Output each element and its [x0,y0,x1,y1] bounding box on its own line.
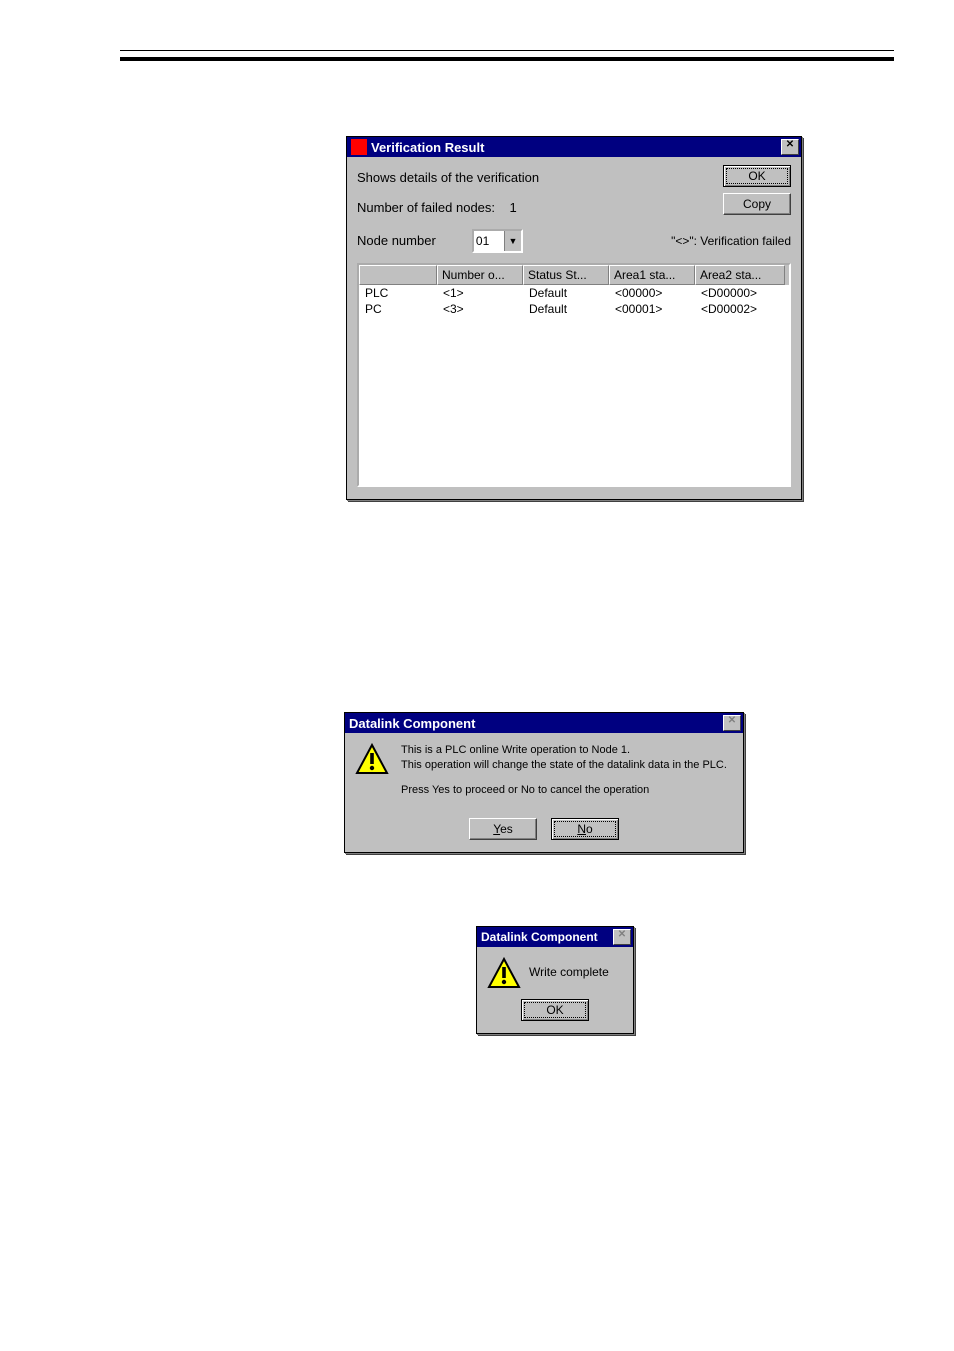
verification-legend: "<>": Verification failed [671,234,791,248]
titlebar[interactable]: Verification Result ✕ [347,137,801,157]
close-icon[interactable]: ✕ [781,139,799,155]
app-icon [351,139,367,155]
node-number-label: Node number [357,233,436,248]
verification-listview: Number o... Status St... Area1 sta... Ar… [357,263,791,487]
failed-nodes-label: Number of failed nodes: [357,200,495,215]
yes-button[interactable]: Yes [469,818,537,840]
table-row[interactable]: PLC <1> Default <00000> <D00000> [359,285,789,301]
ok-button[interactable]: OK [521,999,589,1021]
cell: PC [359,301,437,317]
confirm-dialog: Datalink Component ✕ This is a PLC onlin… [344,712,744,853]
write-complete-dialog: Datalink Component ✕ Write complete OK [476,926,634,1034]
cell: <3> [437,301,523,317]
cell: <00001> [609,301,695,317]
dialog-title: Datalink Component [349,716,723,731]
no-label-rest: o [586,822,593,836]
col-header[interactable]: Status St... [523,265,609,285]
col-header[interactable]: Area1 sta... [609,265,695,285]
cell: PLC [359,285,437,301]
cell: <1> [437,285,523,301]
confirm-line2: This operation will change the state of … [401,758,727,773]
failed-nodes-count: 1 [509,200,516,215]
dialog-title: Datalink Component [481,930,613,944]
node-number-select[interactable]: ▼ [472,229,523,253]
chevron-down-icon[interactable]: ▼ [504,231,521,251]
cell: <D00002> [695,301,785,317]
titlebar[interactable]: Datalink Component ✕ [477,927,633,947]
col-header[interactable]: Number o... [437,265,523,285]
close-icon[interactable]: ✕ [613,929,631,945]
table-row[interactable]: PC <3> Default <00001> <D00002> [359,301,789,317]
confirm-message: This is a PLC online Write operation to … [401,743,727,798]
no-button[interactable]: No [551,818,619,840]
warning-icon [355,743,389,777]
cell: <D00000> [695,285,785,301]
dialog-title: Verification Result [371,140,781,155]
node-number-input[interactable] [474,231,504,251]
yes-label-rest: es [500,822,513,836]
confirm-line1: This is a PLC online Write operation to … [401,743,727,758]
confirm-line3: Press Yes to proceed or No to cancel the… [401,783,727,798]
ok-button[interactable]: OK [723,165,791,187]
copy-button[interactable]: Copy [723,193,791,215]
verification-subtitle: Shows details of the verification [357,167,539,189]
cell: <00000> [609,285,695,301]
close-icon[interactable]: ✕ [723,715,741,731]
warning-icon [487,957,517,987]
col-header[interactable] [359,265,437,285]
verification-result-dialog: Verification Result ✕ Shows details of t… [346,136,802,500]
cell: Default [523,301,609,317]
complete-message: Write complete [529,965,609,979]
col-header[interactable]: Area2 sta... [695,265,785,285]
titlebar[interactable]: Datalink Component ✕ [345,713,743,733]
listview-header: Number o... Status St... Area1 sta... Ar… [359,265,789,285]
cell: Default [523,285,609,301]
